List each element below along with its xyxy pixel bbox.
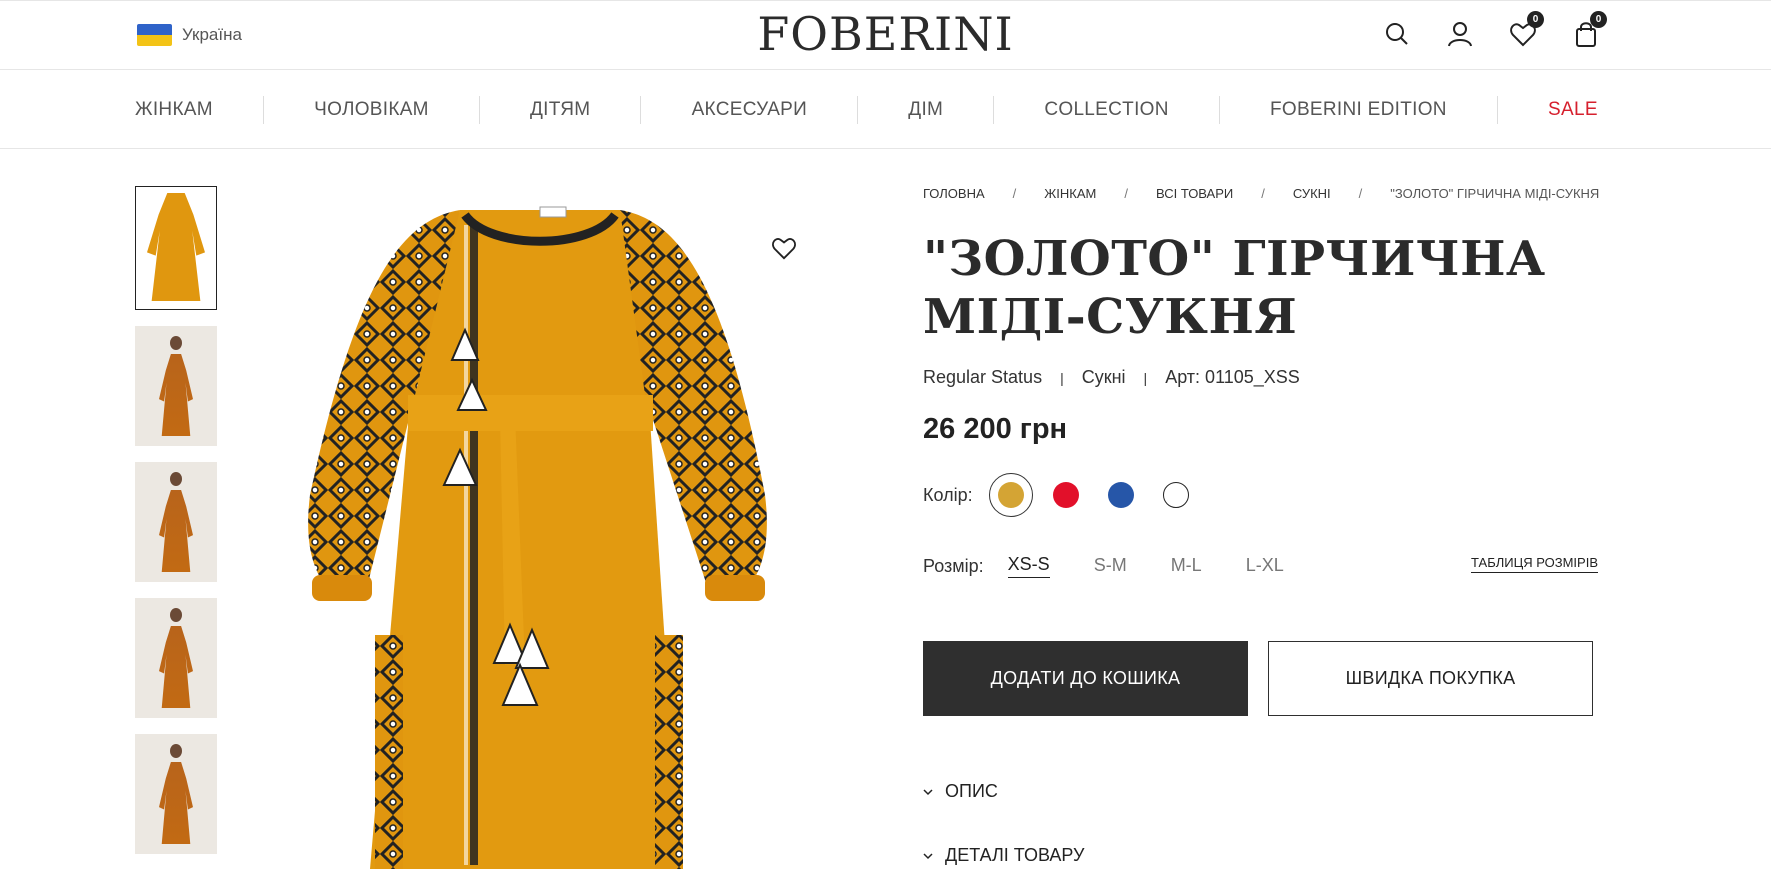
cart-bag-icon[interactable]: 0: [1571, 11, 1607, 49]
size-option-xs-s[interactable]: XS-S: [1007, 554, 1050, 578]
swatch-fill: [1052, 482, 1079, 508]
size-option-m-l[interactable]: M-L: [1171, 555, 1202, 578]
swatch-fill: [997, 482, 1024, 508]
nav-item-women[interactable]: ЖІНКАМ: [135, 99, 213, 121]
nav-item-men[interactable]: ЧОЛОВІКАМ: [314, 99, 429, 121]
breadcrumb-separator: /: [1261, 186, 1265, 201]
product-title: "ЗОЛОТО" ГІРЧИЧНА МІДІ-СУКНЯ: [923, 231, 1546, 345]
search-icon[interactable]: [1382, 19, 1412, 49]
wishlist-count-badge: 0: [1527, 11, 1544, 28]
breadcrumb-dresses[interactable]: СУКНІ: [1293, 186, 1331, 201]
color-swatch-white[interactable]: [1154, 473, 1198, 517]
breadcrumb-separator: /: [1012, 186, 1017, 201]
product-sku: Арт: 01105_XSS: [1165, 367, 1300, 387]
header-icons: 0 0: [1382, 11, 1607, 49]
nav-divider: [478, 95, 480, 124]
accordion-details-label: ДЕТАЛІ ТОВАРУ: [945, 845, 1085, 865]
wishlist-heart-icon[interactable]: 0: [1508, 11, 1544, 49]
size-label: Розмір:: [923, 555, 984, 576]
accordion-details[interactable]: ДЕТАЛІ ТОВАРУ: [923, 845, 1084, 866]
top-bar: Україна FOBERINI 0 0: [0, 0, 1771, 70]
nav-item-sale[interactable]: SALE: [1548, 99, 1598, 121]
product-category[interactable]: Сукні: [1082, 367, 1126, 388]
thumbnail-3[interactable]: [135, 462, 217, 582]
thumbnail-5[interactable]: [135, 734, 217, 854]
meta-divider: |: [1143, 369, 1148, 386]
product-status: Regular Status: [923, 367, 1043, 387]
size-selector: Розмір: XS-S S-M M-L L-XL ТАБЛИЦЯ РОЗМІР…: [923, 554, 1598, 578]
quick-buy-button[interactable]: ШВИДКА ПОКУПКА: [1268, 641, 1593, 716]
breadcrumb-separator: /: [1124, 186, 1128, 201]
product-price: 26 200 грн: [923, 413, 1068, 445]
swatch-fill: [1162, 482, 1189, 508]
dress-illustration: [308, 206, 767, 869]
size-option-l-xl[interactable]: L-XL: [1246, 555, 1284, 578]
color-selector: Колір:: [923, 473, 1209, 517]
cart-count-badge: 0: [1590, 11, 1607, 28]
nav-divider: [857, 95, 859, 124]
chevron-down-icon: [923, 852, 933, 859]
color-label: Колір:: [923, 484, 973, 505]
main-nav: ЖІНКАМ ЧОЛОВІКАМ ДІТЯМ АКСЕСУАРИ ДІМ COL…: [0, 70, 1771, 149]
nav-divider: [993, 95, 995, 124]
add-to-cart-button[interactable]: ДОДАТИ ДО КОШИКА: [923, 641, 1248, 716]
color-swatch-blue[interactable]: [1099, 473, 1143, 517]
nav-item-accessories[interactable]: АКСЕСУАРИ: [692, 99, 808, 121]
color-swatch-red[interactable]: [1044, 473, 1088, 517]
thumbnail-gallery: [135, 186, 219, 869]
nav-divider: [640, 95, 642, 124]
chevron-down-icon: [923, 788, 933, 795]
size-option-s-m[interactable]: S-M: [1094, 555, 1127, 578]
nav-item-edition[interactable]: FOBERINI EDITION: [1270, 99, 1447, 121]
thumbnail-1[interactable]: [135, 186, 217, 310]
product-meta: Regular Status | Сукні | Арт: 01105_XSS: [923, 367, 1300, 388]
accordion-description-label: ОПИС: [945, 781, 998, 801]
nav-divider: [263, 95, 265, 124]
breadcrumb-home[interactable]: ГОЛОВНА: [923, 186, 985, 201]
nav-item-collection[interactable]: COLLECTION: [1044, 99, 1168, 121]
thumbnail-2[interactable]: [135, 326, 217, 446]
breadcrumb-current: "ЗОЛОТО" ГІРЧИЧНА МІДІ-СУКНЯ: [1390, 186, 1600, 201]
meta-divider: |: [1060, 369, 1064, 386]
nav-item-kids[interactable]: ДІТЯМ: [530, 99, 590, 121]
swatch-fill: [1107, 482, 1134, 508]
breadcrumb: ГОЛОВНА / ЖІНКАМ / ВСІ ТОВАРИ / СУКНІ / …: [923, 186, 1599, 201]
breadcrumb-all-products[interactable]: ВСІ ТОВАРИ: [1156, 186, 1233, 201]
size-table-link[interactable]: ТАБЛИЦЯ РОЗМІРІВ: [1471, 555, 1598, 573]
user-icon[interactable]: [1445, 19, 1475, 49]
accordion-description[interactable]: ОПИС: [923, 781, 998, 802]
breadcrumb-separator: /: [1358, 186, 1363, 201]
thumbnail-4[interactable]: [135, 598, 217, 718]
nav-item-home[interactable]: ДІМ: [908, 99, 943, 121]
breadcrumb-women[interactable]: ЖІНКАМ: [1044, 186, 1096, 201]
nav-divider: [1496, 95, 1498, 124]
add-to-wishlist-heart-icon[interactable]: [770, 235, 798, 261]
nav-divider: [1218, 95, 1220, 124]
product-main-image[interactable]: [250, 165, 870, 869]
color-swatch-mustard[interactable]: [988, 473, 1033, 517]
